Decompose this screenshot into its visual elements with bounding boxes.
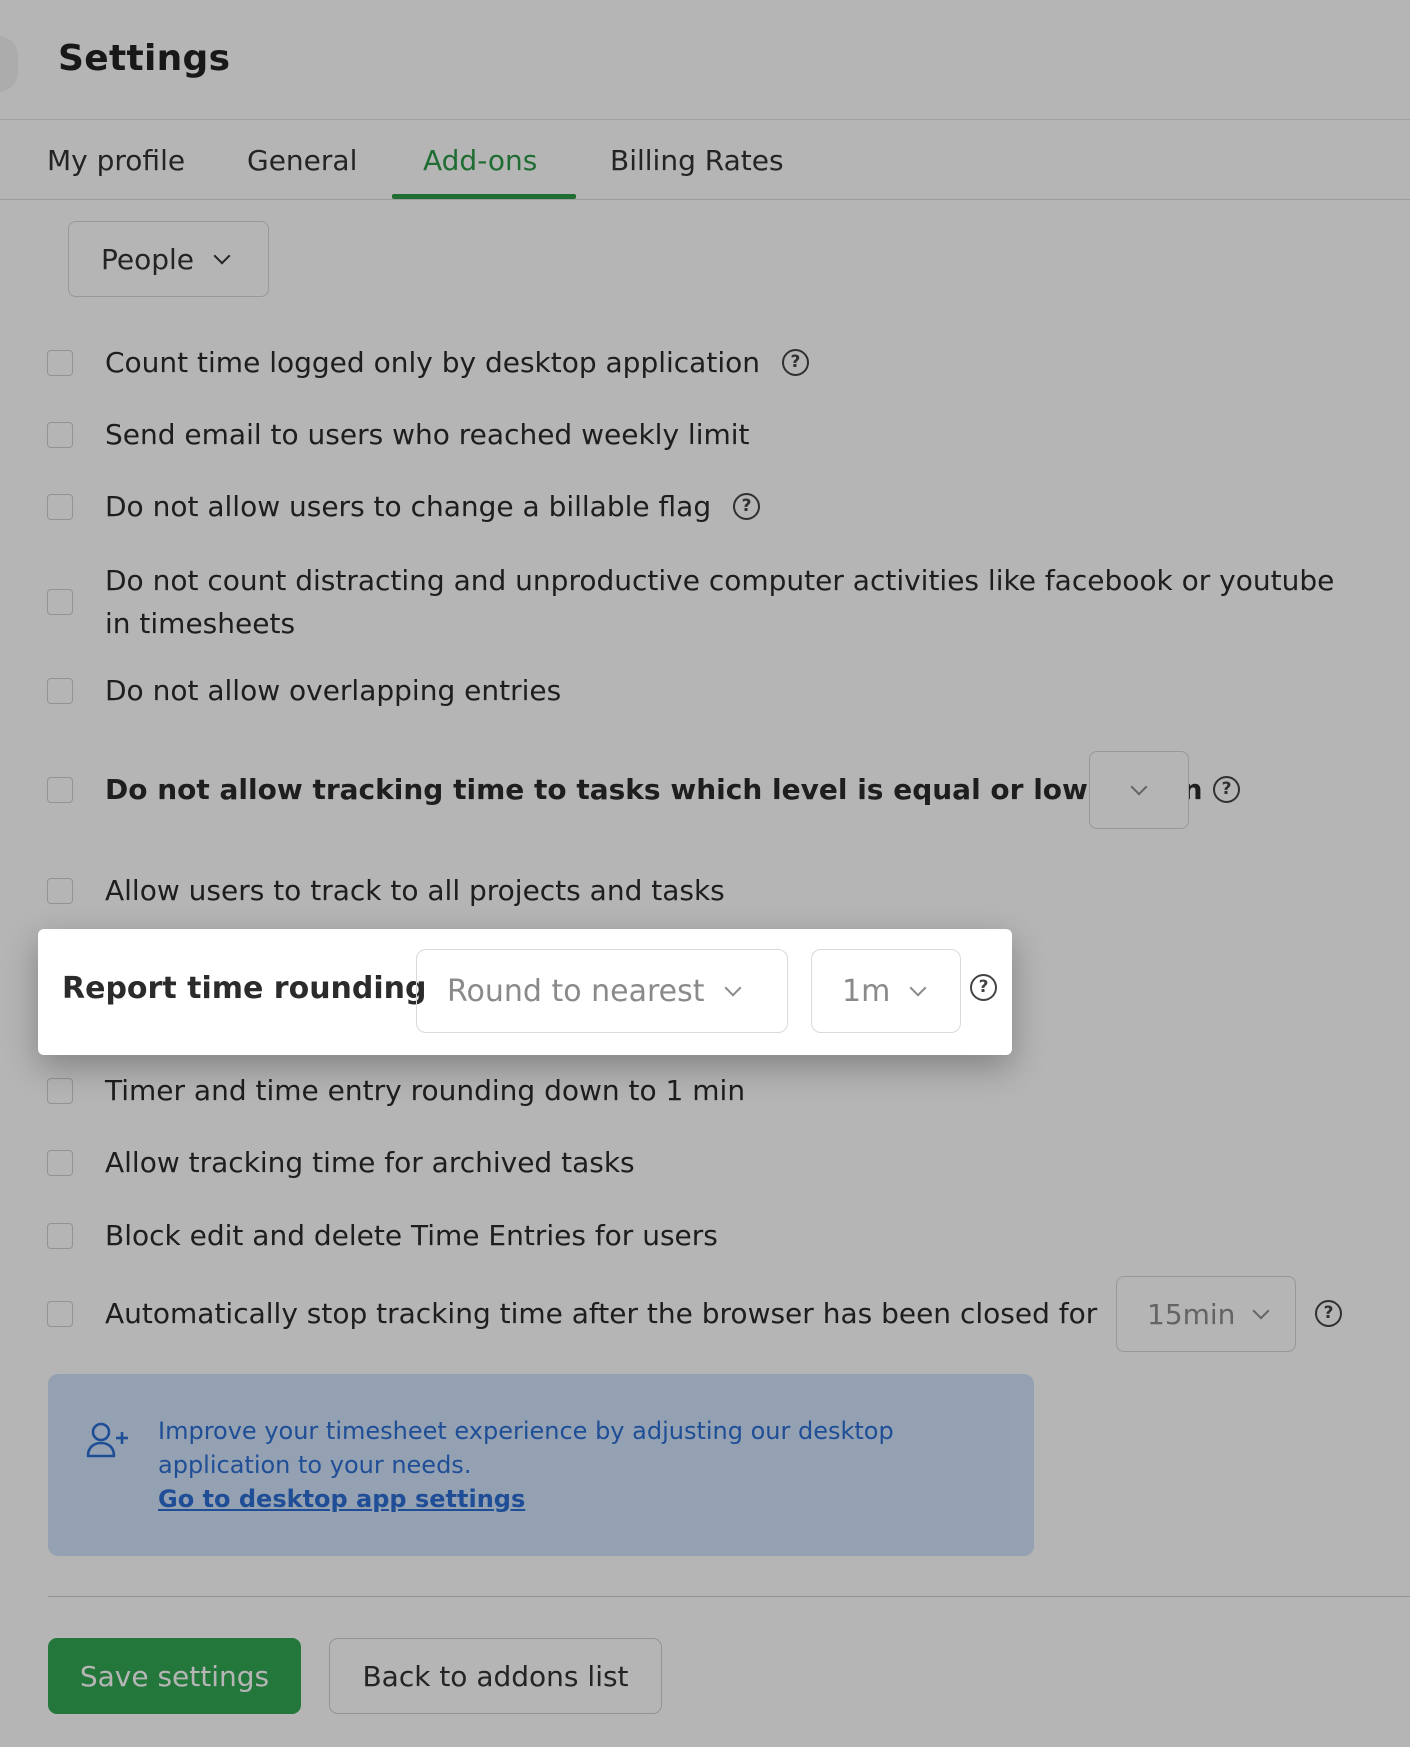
task-level-select[interactable] bbox=[1089, 751, 1189, 829]
info-line: Improve your timesheet experience by adj… bbox=[158, 1417, 894, 1445]
active-tab-indicator bbox=[392, 194, 576, 199]
checkbox[interactable] bbox=[47, 877, 73, 904]
settings-tabs: My profile General Add-ons Billing Rates bbox=[0, 120, 1410, 200]
option-label: Count time logged only by desktop applic… bbox=[105, 346, 760, 379]
tab-general[interactable]: General bbox=[247, 144, 357, 177]
help-icon[interactable]: ? bbox=[1315, 1300, 1342, 1327]
checkbox[interactable] bbox=[47, 421, 73, 448]
back-to-addons-button[interactable]: Back to addons list bbox=[329, 1638, 662, 1714]
rounding-interval-value: 1m bbox=[842, 973, 891, 1009]
tab-my-profile[interactable]: My profile bbox=[47, 144, 185, 177]
checkbox[interactable] bbox=[47, 1149, 73, 1176]
checkbox[interactable] bbox=[47, 349, 73, 376]
option-overlapping-entries: Do not allow overlapping entries bbox=[47, 674, 561, 707]
option-label: Do not allow overlapping entries bbox=[105, 674, 562, 707]
help-icon[interactable]: ? bbox=[1213, 776, 1240, 803]
checkbox[interactable] bbox=[47, 493, 73, 520]
auto-stop-duration-select[interactable]: 15min bbox=[1116, 1276, 1296, 1352]
auto-stop-duration-value: 15min bbox=[1147, 1297, 1236, 1331]
option-label: Allow users to track to all projects and… bbox=[105, 874, 725, 907]
checkbox[interactable] bbox=[47, 1222, 73, 1249]
tab-add-ons[interactable]: Add-ons bbox=[423, 144, 537, 177]
option-label: Block edit and delete Time Entries for u… bbox=[105, 1219, 718, 1252]
checkbox[interactable] bbox=[47, 1077, 73, 1104]
option-distracting-activities: Do not count distracting and unproductiv… bbox=[47, 559, 1334, 645]
rounding-mode-select[interactable]: Round to nearest bbox=[416, 949, 788, 1033]
save-settings-button[interactable]: Save settings bbox=[48, 1638, 301, 1714]
option-desktop-only: Count time logged only by desktop applic… bbox=[47, 346, 809, 379]
option-label: Automatically stop tracking time after t… bbox=[105, 1297, 1098, 1330]
add-user-icon bbox=[86, 1422, 128, 1458]
info-text: Improve your timesheet experience by adj… bbox=[158, 1414, 918, 1516]
option-block-edit-delete: Block edit and delete Time Entries for u… bbox=[47, 1219, 718, 1252]
help-icon[interactable]: ? bbox=[970, 974, 997, 1001]
sidebar-collapse-handle[interactable] bbox=[0, 36, 18, 92]
page-title: Settings bbox=[58, 38, 231, 79]
option-label: Do not count distracting and unproductiv… bbox=[105, 564, 1335, 640]
rounding-mode-value: Round to nearest bbox=[447, 973, 705, 1009]
settings-page: Settings My profile General Add-ons Bill… bbox=[0, 0, 1410, 1747]
report-time-rounding-label: Report time rounding bbox=[62, 971, 427, 1006]
option-track-all-projects: Allow users to track to all projects and… bbox=[47, 874, 725, 907]
help-icon[interactable]: ? bbox=[733, 493, 761, 520]
desktop-app-settings-link[interactable]: Go to desktop app settings bbox=[158, 1482, 918, 1516]
option-label: Timer and time entry rounding down to 1 … bbox=[105, 1074, 746, 1107]
page-header: Settings bbox=[0, 0, 1410, 120]
option-rounding-down: Timer and time entry rounding down to 1 … bbox=[47, 1074, 745, 1107]
desktop-app-info-banner: Improve your timesheet experience by adj… bbox=[48, 1374, 1034, 1556]
option-auto-stop-tracking: Automatically stop tracking time after t… bbox=[47, 1297, 1097, 1330]
chevron-down-icon bbox=[1252, 1302, 1270, 1319]
option-weekly-limit-email: Send email to users who reached weekly l… bbox=[47, 418, 750, 451]
people-filter-value: People bbox=[101, 242, 195, 276]
option-label: Allow tracking time for archived tasks bbox=[105, 1146, 635, 1179]
option-task-level-limit: Do not allow tracking time to tasks whic… bbox=[47, 773, 1203, 806]
checkbox[interactable] bbox=[47, 1300, 73, 1327]
option-label: Send email to users who reached weekly l… bbox=[105, 418, 750, 451]
checkbox[interactable] bbox=[47, 589, 73, 615]
chevron-down-icon bbox=[909, 979, 927, 996]
chevron-down-icon bbox=[213, 247, 231, 264]
info-line: application to your needs. bbox=[158, 1451, 472, 1479]
chevron-down-icon bbox=[724, 979, 741, 996]
option-billable-flag: Do not allow users to change a billable … bbox=[47, 490, 761, 523]
checkbox[interactable] bbox=[47, 776, 73, 803]
option-label: Do not allow tracking time to tasks whic… bbox=[105, 773, 1203, 806]
report-time-rounding-spotlight: Report time rounding Round to nearest 1m… bbox=[38, 929, 1012, 1055]
checkbox[interactable] bbox=[47, 677, 73, 704]
tab-billing-rates[interactable]: Billing Rates bbox=[610, 144, 784, 177]
people-filter-dropdown[interactable]: People bbox=[68, 221, 269, 297]
option-label: Do not allow users to change a billable … bbox=[105, 490, 712, 523]
rounding-interval-select[interactable]: 1m bbox=[811, 949, 961, 1033]
chevron-down-icon bbox=[1130, 778, 1148, 795]
option-archived-tasks: Allow tracking time for archived tasks bbox=[47, 1146, 635, 1179]
divider bbox=[48, 1596, 1410, 1597]
help-icon[interactable]: ? bbox=[781, 349, 809, 376]
